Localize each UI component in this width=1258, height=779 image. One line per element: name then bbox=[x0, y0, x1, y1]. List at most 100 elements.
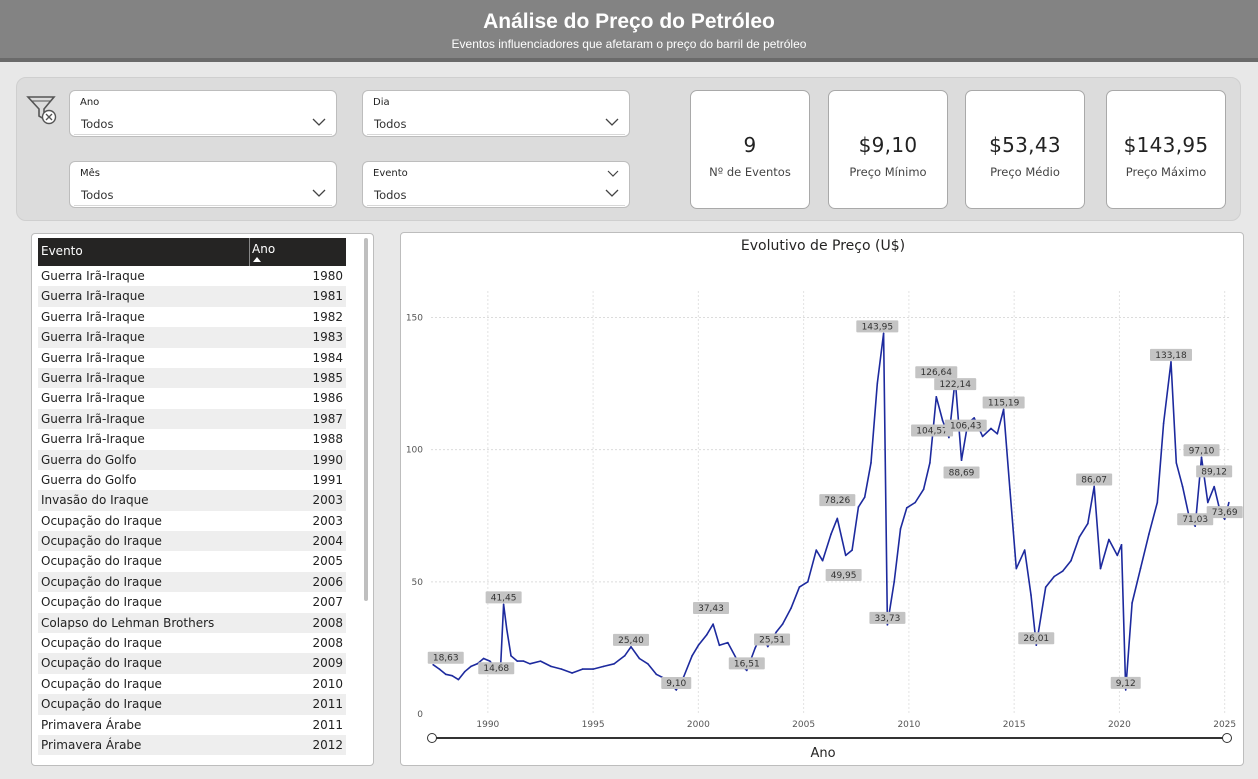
slicer-dia-label: Dia bbox=[373, 97, 390, 108]
table-row[interactable]: Guerra Irã-Iraque 1981 bbox=[38, 286, 346, 307]
table-row[interactable]: Ocupação do Iraque 2009 bbox=[38, 653, 346, 674]
cell-evento: Guerra do Golfo bbox=[41, 452, 137, 467]
cell-evento: Guerra Irã-Iraque bbox=[41, 370, 145, 385]
data-point bbox=[1124, 689, 1127, 691]
table-row[interactable]: Guerra Irã-Iraque 1980 bbox=[38, 266, 346, 286]
card-preco-minimo: $9,10 Preço Mínimo bbox=[828, 90, 948, 209]
card-preco-medio: $53,43 Preço Médio bbox=[965, 90, 1085, 209]
table-row[interactable]: Invasão do Iraque 2003 bbox=[38, 490, 346, 511]
data-point bbox=[623, 655, 626, 657]
data-point bbox=[798, 586, 801, 588]
data-point bbox=[893, 581, 895, 583]
data-point bbox=[1120, 544, 1123, 546]
data-point bbox=[996, 432, 999, 435]
page-subtitle: Eventos influenciadores que afetaram o p… bbox=[451, 37, 807, 51]
data-point bbox=[581, 668, 584, 670]
cell-ano: 1982 bbox=[312, 309, 343, 324]
table-row[interactable]: Ocupação do Iraque 2010 bbox=[38, 674, 346, 694]
slicer-ano-value[interactable]: Todos bbox=[74, 113, 332, 135]
data-point bbox=[1207, 501, 1209, 504]
cell-evento: Guerra Irã-Iraque bbox=[41, 309, 145, 324]
data-point bbox=[790, 607, 792, 610]
column-separator bbox=[249, 238, 250, 266]
data-label: 133,18 bbox=[1155, 351, 1187, 361]
data-point bbox=[516, 660, 519, 662]
card-value: $143,95 bbox=[1123, 133, 1209, 157]
price-chart-panel: 0 50 100 150 1990 1995 2000 2005 2010 2015 2020 202… bbox=[400, 232, 1244, 766]
data-point bbox=[1170, 361, 1172, 363]
cell-ano: 1991 bbox=[312, 472, 343, 487]
year-range-slider[interactable] bbox=[436, 737, 1228, 739]
cell-ano: 2009 bbox=[312, 656, 343, 671]
data-label: 143,95 bbox=[862, 322, 894, 332]
chevron-down-icon[interactable] bbox=[605, 117, 619, 127]
slicer-evento-value[interactable]: Todos bbox=[367, 184, 625, 206]
series-line bbox=[432, 332, 1230, 691]
table-row[interactable]: Primavera Árabe 2012 bbox=[38, 734, 346, 756]
chevron-down-icon[interactable] bbox=[605, 188, 619, 198]
table-row[interactable]: Primavera Árabe 2011 bbox=[38, 715, 346, 735]
slider-start-handle[interactable] bbox=[427, 733, 437, 743]
chevron-down-icon[interactable] bbox=[607, 170, 619, 178]
table-row[interactable]: Guerra Irã-Iraque 1984 bbox=[38, 348, 346, 368]
card-caption: Preço Mínimo bbox=[849, 165, 927, 179]
table-row[interactable]: Ocupação do Iraque 2008 bbox=[38, 633, 346, 653]
slider-end-handle[interactable] bbox=[1222, 733, 1232, 743]
table-row[interactable]: Ocupação do Iraque 2011 bbox=[38, 694, 346, 715]
clear-filters-icon[interactable] bbox=[26, 93, 60, 127]
table-row[interactable]: Ocupação do Iraque 2003 bbox=[38, 511, 346, 531]
data-point bbox=[1194, 525, 1197, 528]
cell-evento: Ocupação do Iraque bbox=[41, 554, 162, 569]
data-point bbox=[560, 668, 563, 670]
slicer-dia-value[interactable]: Todos bbox=[367, 113, 625, 135]
data-point bbox=[948, 436, 950, 439]
slicer-mes-value[interactable]: Todos bbox=[74, 184, 332, 206]
chevron-down-icon[interactable] bbox=[312, 188, 326, 198]
table-row[interactable]: Guerra do Golfo 1991 bbox=[38, 470, 346, 490]
table-row[interactable]: Ocupação do Iraque 2006 bbox=[38, 571, 346, 593]
sort-ascending-icon[interactable] bbox=[253, 257, 261, 262]
data-point bbox=[886, 624, 889, 626]
data-point bbox=[539, 660, 542, 662]
slicer-ano[interactable]: Ano Todos bbox=[69, 90, 337, 137]
table-row[interactable]: Guerra Irã-Iraque 1985 bbox=[38, 367, 346, 389]
table-row[interactable]: Guerra Irã-Iraque 1987 bbox=[38, 408, 346, 430]
table-row[interactable]: Ocupação do Iraque 2005 bbox=[38, 551, 346, 571]
data-point bbox=[1131, 602, 1133, 604]
data-point bbox=[1181, 485, 1184, 488]
table-row[interactable]: Guerra Irã-Iraque 1986 bbox=[38, 388, 346, 408]
data-point bbox=[1116, 554, 1119, 557]
cell-evento: Ocupação do Iraque bbox=[41, 697, 162, 712]
table-row[interactable]: Colapso do Lehman Brothers 2008 bbox=[38, 612, 346, 634]
data-point bbox=[836, 517, 839, 520]
slicer-evento-label: Evento bbox=[373, 168, 408, 179]
data-point bbox=[529, 662, 531, 665]
column-header-ano[interactable]: Ano bbox=[252, 242, 275, 256]
cell-evento: Guerra Irã-Iraque bbox=[41, 411, 145, 426]
table-row[interactable]: Guerra Irã-Iraque 1988 bbox=[38, 429, 346, 449]
data-point bbox=[438, 668, 441, 670]
data-point bbox=[1002, 408, 1005, 411]
table-row[interactable]: Guerra do Golfo 1990 bbox=[38, 449, 346, 470]
slicer-mes[interactable]: Mês Todos bbox=[69, 161, 337, 208]
slicer-evento[interactable]: Evento Todos bbox=[362, 161, 630, 208]
data-label: 37,43 bbox=[698, 604, 724, 614]
cell-evento: Guerra do Golfo bbox=[41, 472, 137, 487]
column-header-evento[interactable]: Evento bbox=[41, 244, 83, 258]
table-row[interactable]: Guerra Irã-Iraque 1982 bbox=[38, 307, 346, 327]
slicer-dia[interactable]: Dia Todos bbox=[362, 90, 630, 137]
table-row[interactable]: Ocupação do Iraque 2004 bbox=[38, 531, 346, 552]
data-label: 16,51 bbox=[734, 659, 760, 669]
table-row[interactable]: Ocupação do Iraque 2007 bbox=[38, 592, 346, 612]
table-header: Evento Ano bbox=[38, 238, 346, 266]
table-scrollbar[interactable] bbox=[364, 238, 368, 601]
data-label: 25,51 bbox=[759, 636, 785, 646]
data-point bbox=[1148, 533, 1150, 536]
data-point bbox=[592, 668, 594, 670]
chevron-down-icon[interactable] bbox=[312, 117, 326, 127]
data-point bbox=[1087, 522, 1089, 525]
card-caption: Preço Máximo bbox=[1125, 165, 1207, 179]
table-row[interactable]: Guerra Irã-Iraque 1983 bbox=[38, 327, 346, 348]
card-value: $9,10 bbox=[858, 133, 918, 157]
cell-ano: 1983 bbox=[312, 330, 343, 345]
